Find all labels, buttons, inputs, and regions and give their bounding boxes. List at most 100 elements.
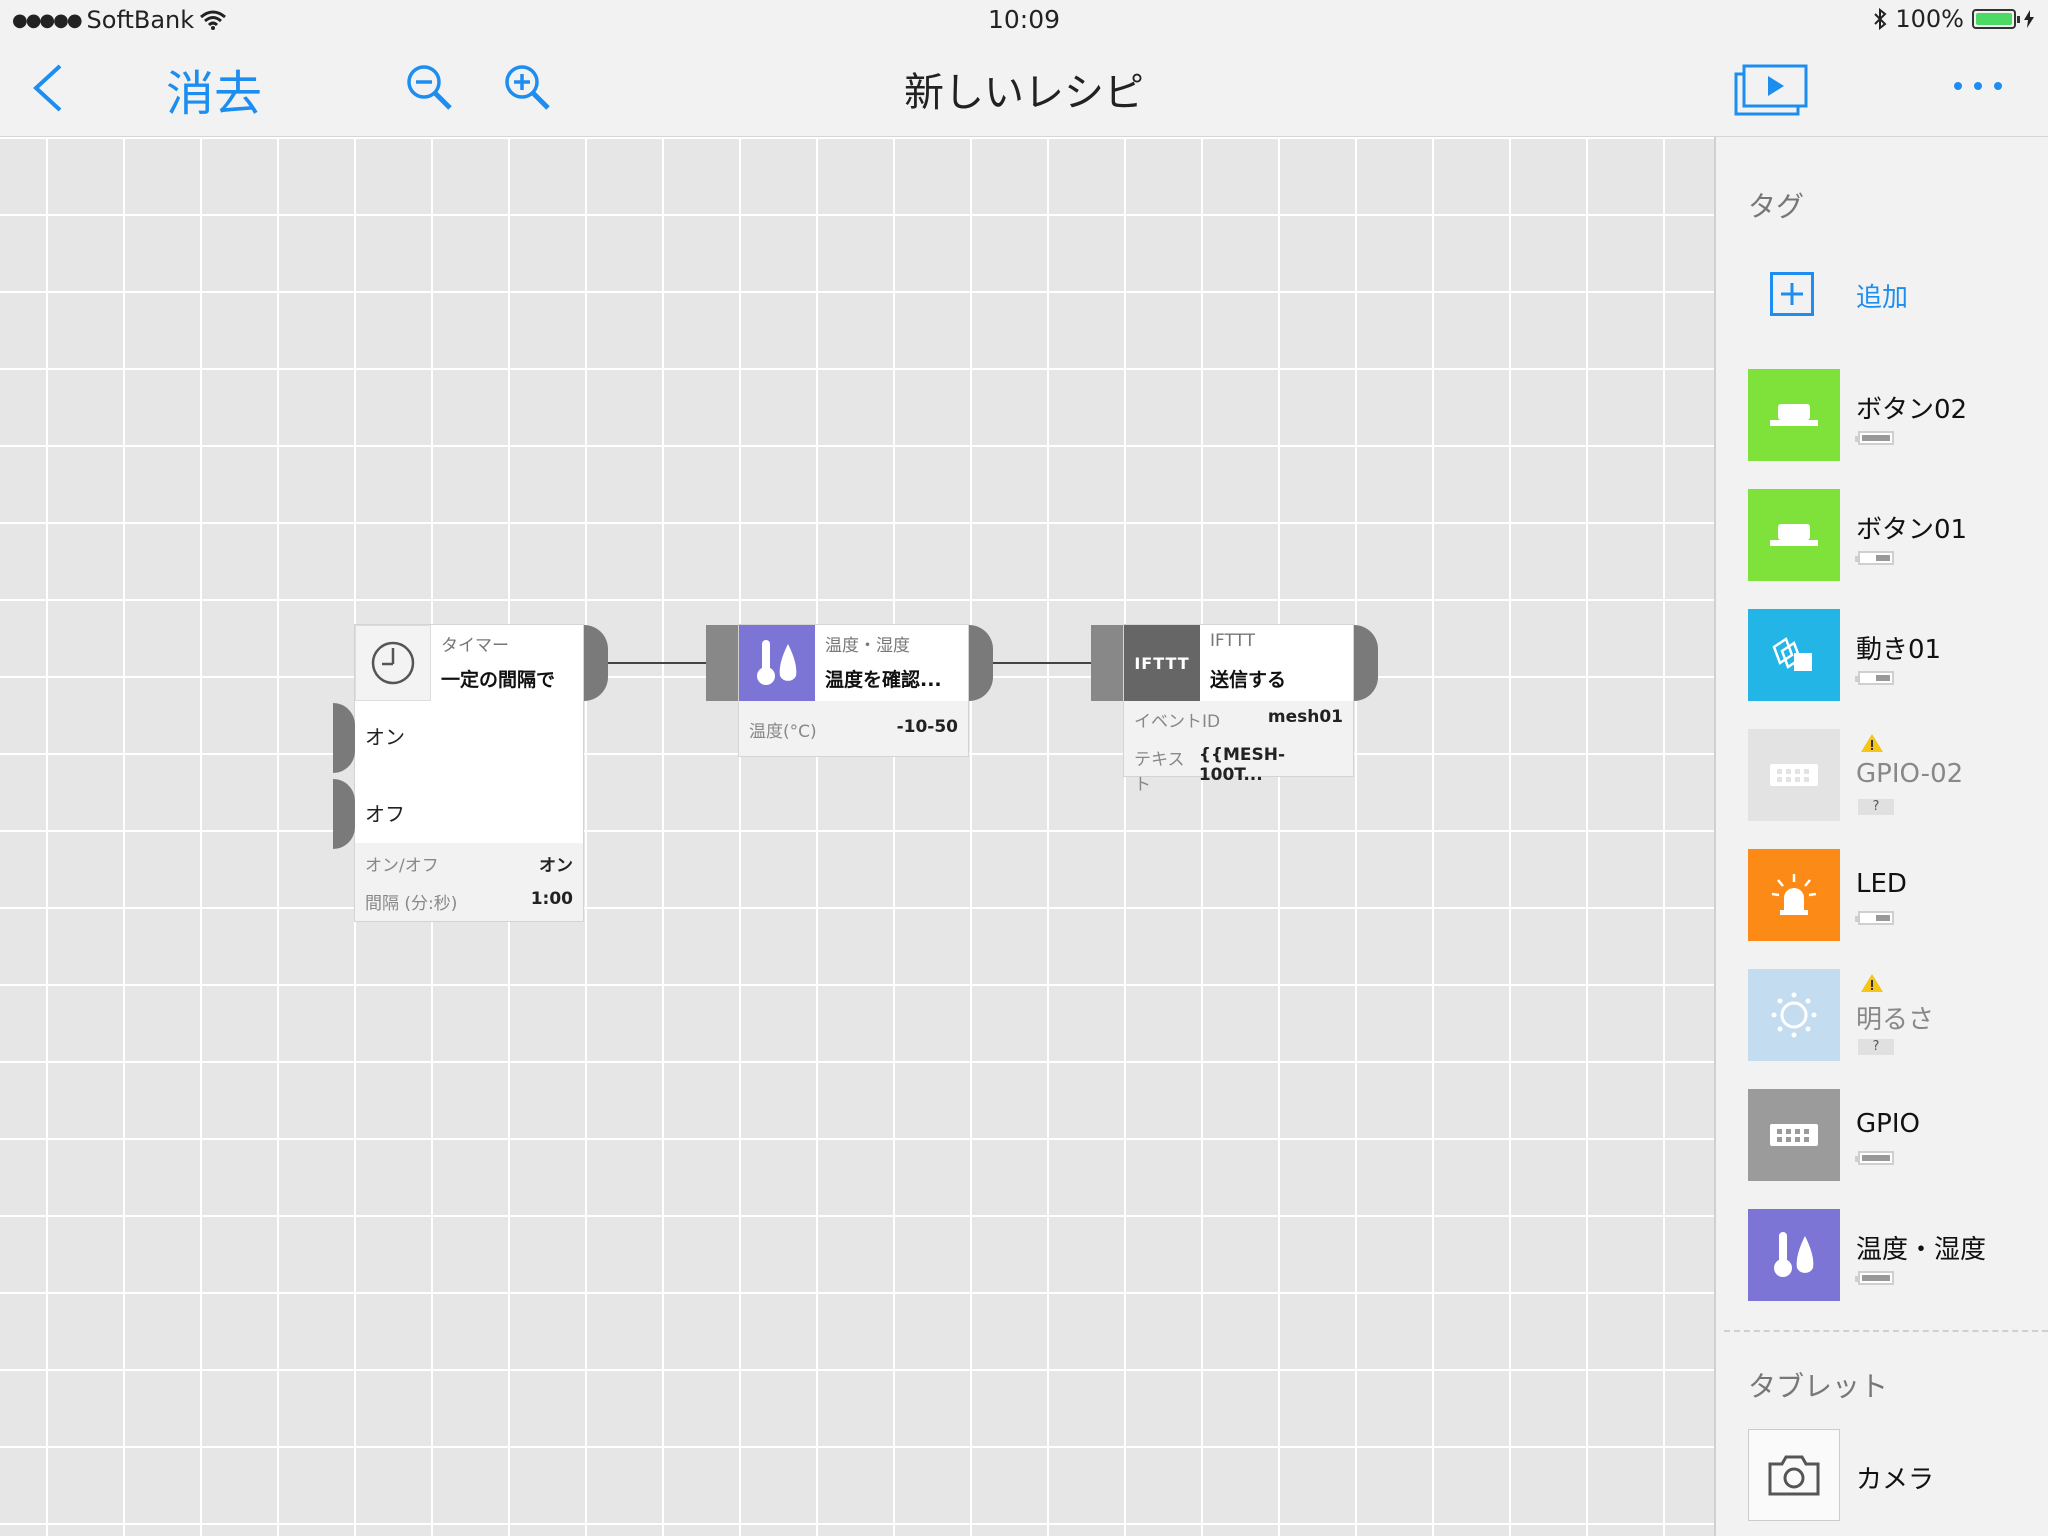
plus-icon [1781,283,1803,305]
block-category: 温度・湿度 [825,636,910,656]
tag-name: カメラ [1856,1465,1935,1495]
block-name: 一定の間隔で [441,669,556,691]
property-row[interactable]: オン/オフ オン [365,851,573,876]
gpio-icon [1770,1124,1818,1146]
tablet-item-camera[interactable]: カメラ [1748,1429,2038,1521]
add-tag-button[interactable] [1770,272,1814,316]
output-port[interactable] [969,625,993,701]
block-category: IFTTT [1210,631,1256,651]
tag-name: 温度・湿度 [1856,1235,1987,1265]
warning-icon [1861,734,1883,752]
status-time: 10:09 [987,5,1061,34]
block-properties: 温度(°C) -10-50 [739,701,968,756]
trigger-on-input-port[interactable] [333,703,355,773]
tag-name: GPIO-02 [1856,759,1964,789]
block-icon-tile [739,625,815,701]
zoom-out-icon [407,65,452,110]
ifttt-logo-icon: IFTTT [1134,653,1190,673]
battery-indicator [1855,431,1894,445]
property-label: オン/オフ [365,856,439,876]
property-value: 1:00 [530,889,573,909]
tag-item-motion01[interactable]: 動き01 [1748,609,2038,701]
more-button[interactable] [1950,60,2006,120]
output-port[interactable] [584,625,608,701]
block-properties: オン/オフ オン 間隔 (分:秒) 1:00 [355,843,583,921]
brightness-icon [1771,992,1817,1038]
temperature-icon [757,640,797,685]
chevron-left-icon [33,64,62,112]
tag-item-brightness[interactable]: 明るさ ? [1748,969,2038,1061]
output-port[interactable] [1354,625,1378,701]
block-header: タイマー 一定の間隔で [355,625,583,701]
run-recipe-button[interactable] [1734,62,1808,122]
tag-item-gpio[interactable]: GPIO [1748,1089,2038,1181]
timer-icon [371,641,415,685]
battery-indicator [1855,1271,1894,1285]
timer-block[interactable]: タイマー 一定の間隔で オン オフ オン/オフ オン 間隔 (分:秒) 1:00 [355,625,583,921]
tag-tile [1748,849,1840,941]
bluetooth-icon [1874,8,1887,30]
back-button[interactable] [28,58,78,118]
status-bar: ●●●●● SoftBank 10:09 100% [0,0,2048,40]
button-icon [1770,524,1818,546]
property-value: {{MESH-100T... [1198,745,1286,785]
led-icon [1771,874,1817,915]
connection-wire [993,662,1093,664]
battery-icon [1972,9,2020,29]
ifttt-block[interactable]: IFTTT IFTTT 送信する イベントID mesh01 テキスト {{ME… [1124,625,1353,795]
motion-icon [1772,637,1812,671]
tag-name: 明るさ [1856,1005,1935,1035]
battery-indicator [1855,551,1894,565]
tag-name: LED [1856,869,1907,899]
property-label: 間隔 (分:秒) [365,894,458,914]
recipe-canvas[interactable]: タイマー 一定の間隔で オン オフ オン/オフ オン 間隔 (分:秒) 1:00 [0,137,1714,1536]
tag-tile [1748,609,1840,701]
tag-name: ボタン02 [1856,395,1968,425]
block-header: 温度・湿度 温度を確認... [739,625,968,701]
gpio-icon [1770,764,1818,786]
property-row[interactable]: テキスト {{MESH-100T... [1134,745,1343,795]
input-port[interactable] [1091,625,1123,701]
temperature-block[interactable]: 温度・湿度 温度を確認... 温度(°C) -10-50 [739,625,968,756]
tag-item-led[interactable]: LED [1748,849,2038,941]
warning-icon [1861,974,1883,992]
property-value: オン [539,856,573,876]
property-value: mesh01 [1267,707,1343,727]
zoom-out-button[interactable] [404,62,456,118]
camera-icon [1768,1455,1820,1496]
property-label: イベントID [1134,712,1221,732]
tag-item-temperature[interactable]: 温度・湿度 [1748,1209,2038,1301]
status-right: 100% [1873,5,2034,33]
zoom-in-button[interactable] [502,62,554,118]
tag-item-gpio02[interactable]: GPIO-02 ? [1748,729,2038,821]
delete-button[interactable]: 消去 [166,54,262,124]
property-row[interactable]: イベントID mesh01 [1134,707,1343,732]
battery-indicator [1855,911,1894,925]
property-row[interactable]: 間隔 (分:秒) 1:00 [365,889,573,914]
input-port[interactable] [706,625,738,701]
tablet-section-header: タブレット [1748,1370,1889,1403]
property-label: 温度(°C) [749,722,817,742]
trigger-off-label: オフ [365,802,405,826]
battery-percent: 100% [1895,5,1964,33]
add-tag-label[interactable]: 追加 [1856,277,1908,314]
tag-item-button01[interactable]: ボタン01 [1748,489,2038,581]
tag-tile [1748,729,1840,821]
trigger-on-label: オン [365,725,405,749]
property-label: テキスト [1134,750,1185,795]
button-icon [1770,404,1818,426]
property-value: -10-50 [896,717,958,737]
block-category: タイマー [441,636,509,656]
block-header: IFTTT IFTTT 送信する [1124,625,1353,701]
property-row[interactable]: 温度(°C) -10-50 [749,717,958,742]
nav-bar: 消去 新しいレシピ [0,40,2048,137]
block-icon-tile: IFTTT [1124,625,1200,701]
tag-tile [1748,1089,1840,1181]
zoom-in-icon [505,65,550,110]
trigger-off-input-port[interactable] [333,779,355,849]
tag-sidebar[interactable]: タグ 追加 ボタン02 ボタン01 動き01 GPIO-02 ? LED 明るさ… [1714,137,2048,1536]
tag-tile [1748,969,1840,1061]
block-name: 送信する [1210,669,1287,691]
tag-item-button02[interactable]: ボタン02 [1748,369,2038,461]
tag-name: 動き01 [1856,635,1942,665]
